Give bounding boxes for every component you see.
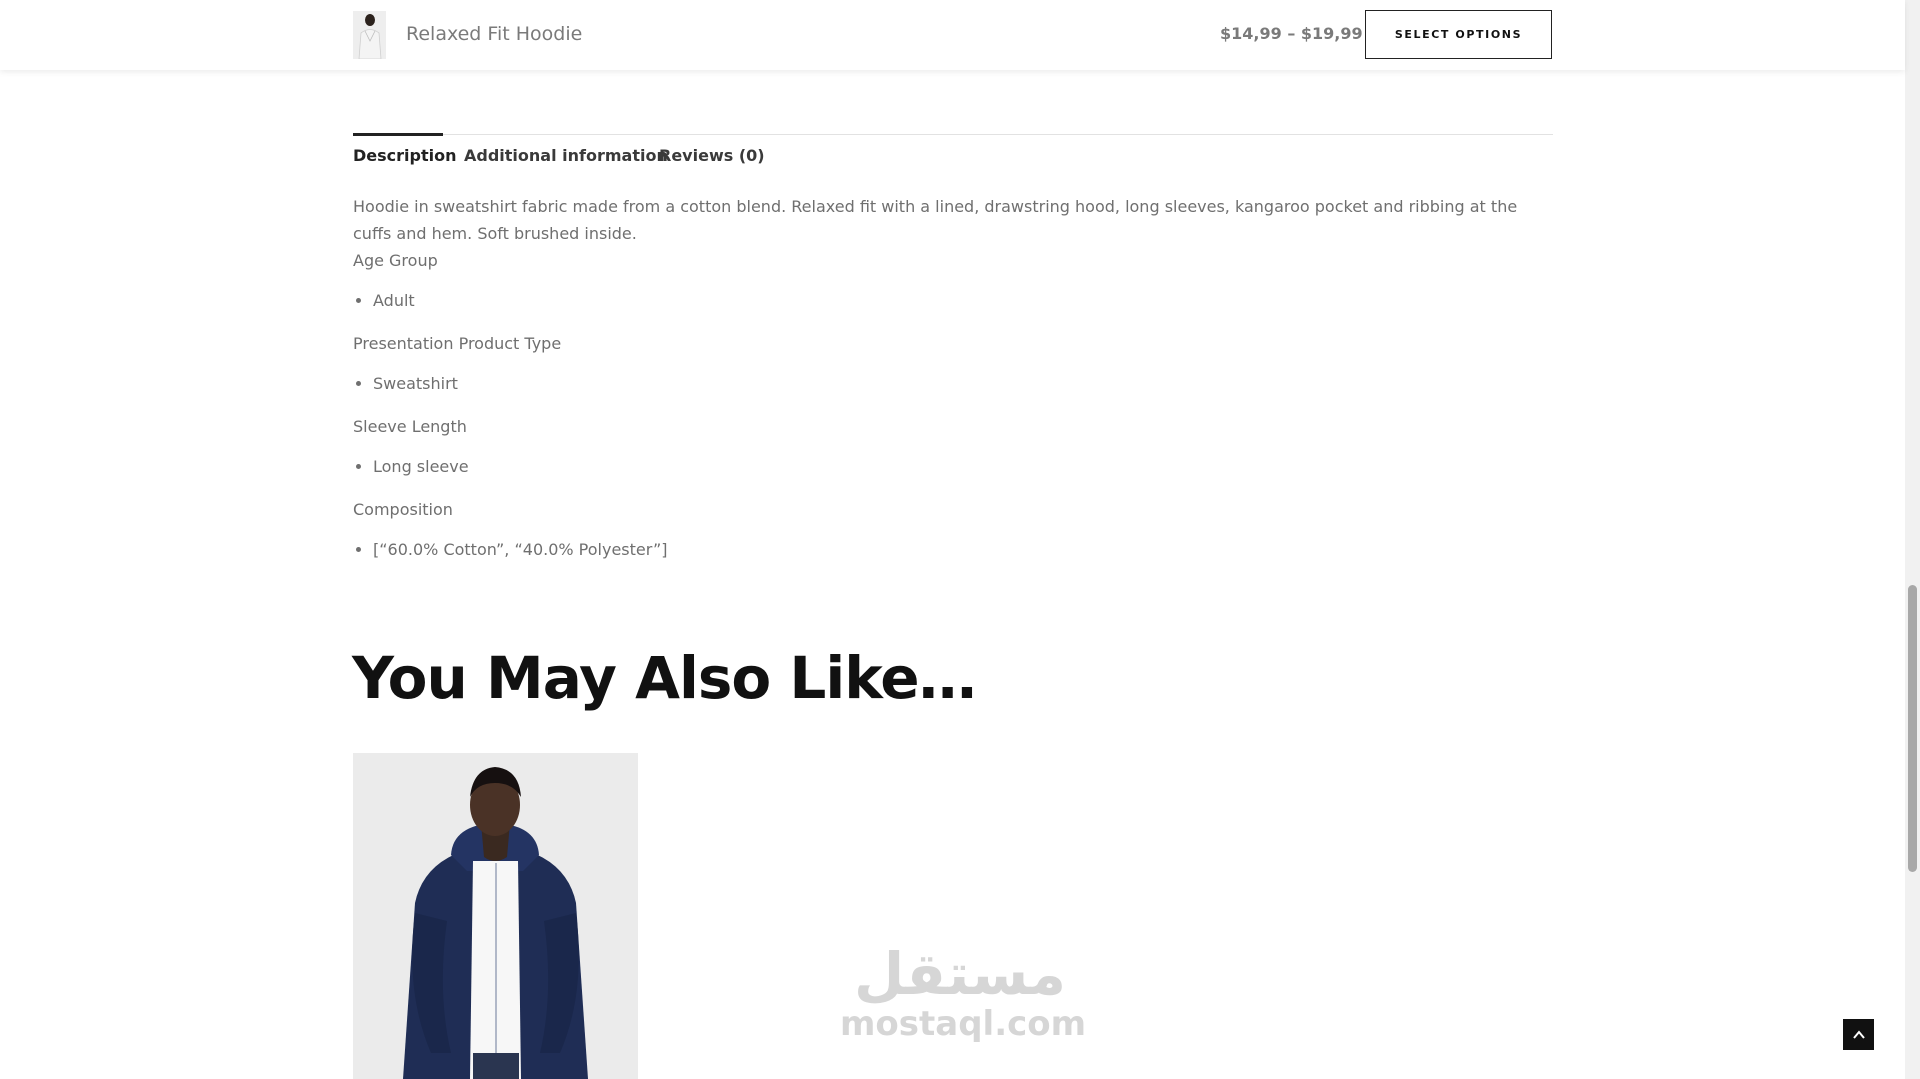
attribute-values-age-group: Adult: [353, 288, 1553, 314]
related-products-heading: You May Also Like…: [352, 644, 977, 712]
related-product-image: [353, 753, 638, 1079]
sticky-product-title: Relaxed Fit Hoodie: [406, 23, 583, 45]
attribute-label-composition: Composition: [353, 500, 453, 519]
sticky-price-range: $14,99 – $19,99: [1220, 24, 1363, 43]
tab-description[interactable]: Description: [353, 146, 456, 165]
attribute-value: [“60.0% Cotton”, “40.0% Polyester”]: [373, 537, 1553, 563]
attribute-label-age-group: Age Group: [353, 251, 438, 270]
attribute-value: Long sleeve: [373, 454, 1553, 480]
scrollbar-thumb[interactable]: [1908, 585, 1917, 872]
attribute-value: Sweatshirt: [373, 371, 1553, 397]
page-scrollbar[interactable]: [1905, 0, 1920, 1079]
select-options-button[interactable]: SELECT OPTIONS: [1365, 10, 1552, 59]
back-to-top-button[interactable]: [1843, 1019, 1874, 1050]
attribute-label-product-type: Presentation Product Type: [353, 334, 562, 353]
attribute-values-sleeve-length: Long sleeve: [353, 454, 1553, 480]
description-panel: Hoodie in sweatshirt fabric made from a …: [353, 193, 1553, 579]
tabs-divider: [353, 134, 1553, 135]
tab-reviews[interactable]: Reviews (0): [659, 146, 765, 165]
watermark-latin-text: mostaql.com: [840, 1004, 1087, 1044]
tab-additional-information[interactable]: Additional information: [464, 146, 668, 165]
related-product-card[interactable]: [353, 753, 638, 1079]
model-thumbnail-image: [353, 11, 386, 59]
description-text: Hoodie in sweatshirt fabric made from a …: [353, 197, 1518, 243]
sticky-add-to-cart-bar: Relaxed Fit Hoodie $14,99 – $19,99 SELEC…: [0, 0, 1905, 70]
attribute-values-product-type: Sweatshirt: [353, 371, 1553, 397]
chevron-up-icon: [1852, 1029, 1865, 1039]
active-tab-indicator: [353, 133, 443, 136]
attribute-label-sleeve-length: Sleeve Length: [353, 417, 467, 436]
watermark-arabic-text: مستقل: [853, 940, 1067, 1008]
attribute-values-composition: [“60.0% Cotton”, “40.0% Polyester”]: [353, 537, 1553, 563]
product-thumbnail[interactable]: [353, 11, 386, 59]
mostaql-watermark: مستقل mostaql.com: [840, 940, 1087, 1044]
attribute-value: Adult: [373, 288, 1553, 314]
